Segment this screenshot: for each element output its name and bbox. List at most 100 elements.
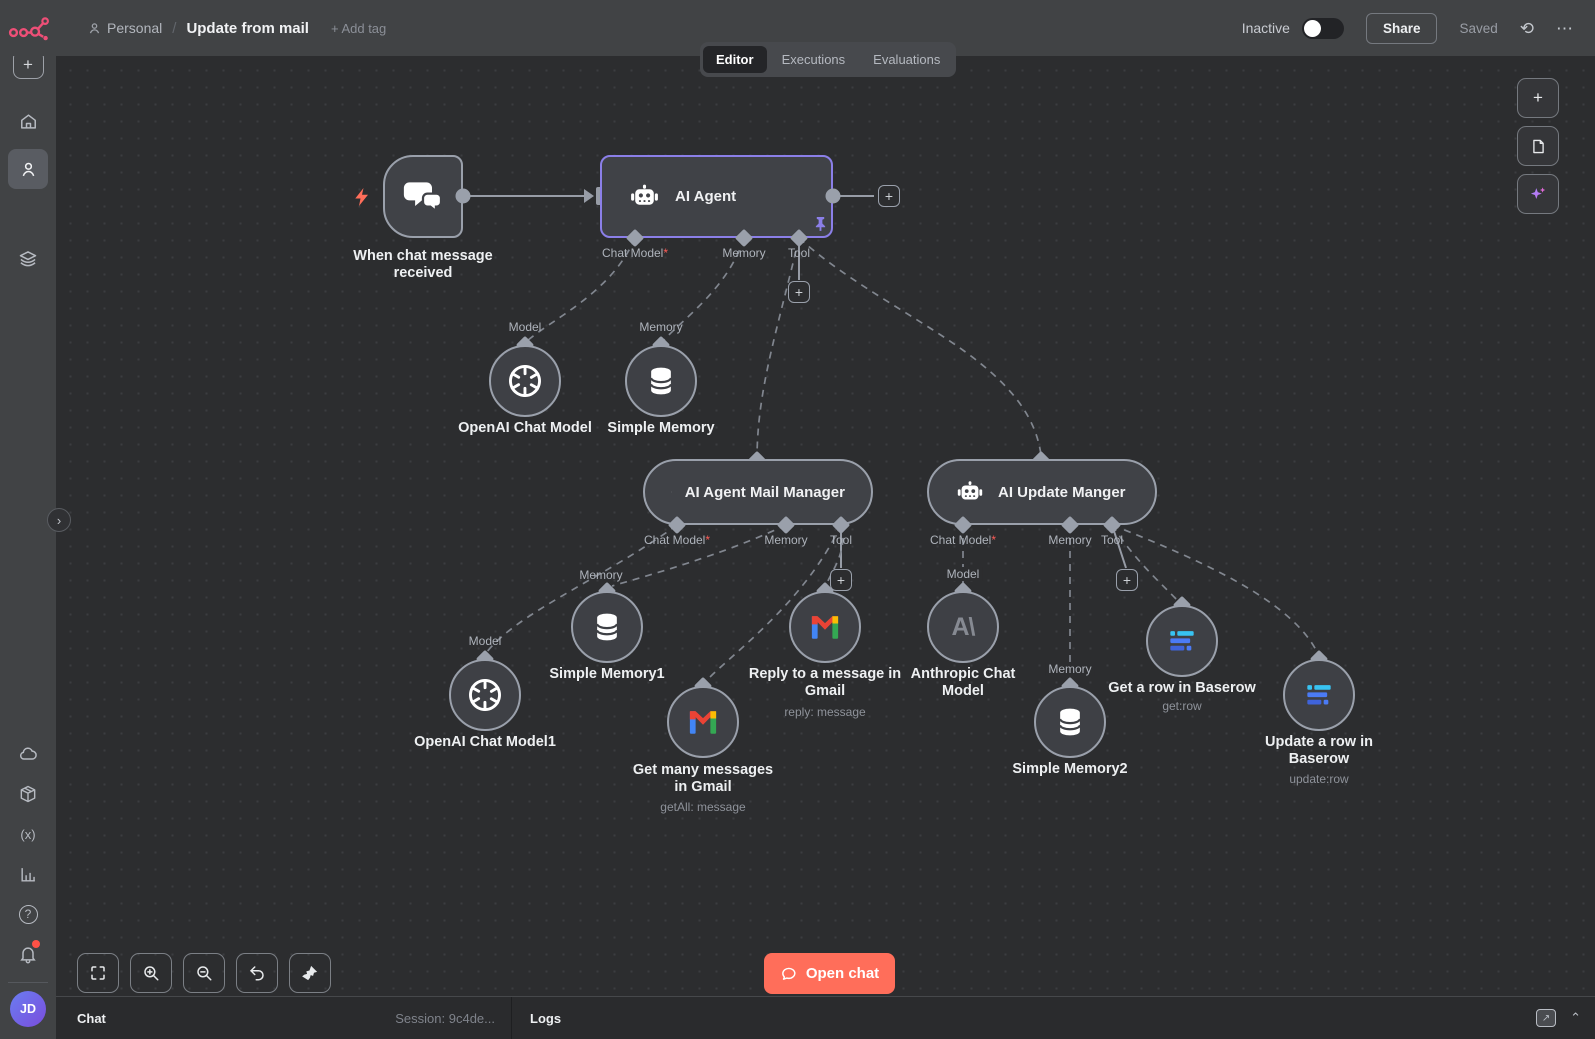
sidebar-item-help[interactable]: ? xyxy=(8,894,48,934)
chat-panel-header[interactable]: Chat Session: 9c4de... xyxy=(56,997,512,1039)
fit-view-icon xyxy=(91,966,105,980)
more-menu-icon[interactable]: ⋯ xyxy=(1556,20,1573,37)
sidebar-item-cloud[interactable] xyxy=(8,734,48,774)
port-label-um-chat-model: Chat Model* xyxy=(929,533,997,547)
baserow-update-operation: update:row xyxy=(1289,772,1349,786)
help-icon: ? xyxy=(18,904,38,924)
trigger-node-label: When chat message received xyxy=(353,248,493,282)
undo-button[interactable] xyxy=(236,953,278,993)
share-button[interactable]: Share xyxy=(1365,12,1438,44)
database-icon xyxy=(596,613,618,641)
package-icon xyxy=(20,785,36,803)
node-simple-memory2[interactable] xyxy=(1034,686,1106,758)
logs-panel-header[interactable]: Logs xyxy=(530,997,561,1039)
mail-manager-label: AI Agent Mail Manager xyxy=(684,483,845,501)
simple-memory1-label: Simple Memory1 xyxy=(549,666,665,682)
node-openai-chat-model1[interactable] xyxy=(449,659,521,731)
sidebar-item-layers[interactable] xyxy=(8,239,48,279)
fit-view-button[interactable] xyxy=(77,953,119,993)
sidebar-item-notifications[interactable] xyxy=(8,934,48,974)
tab-executions[interactable]: Executions xyxy=(769,46,859,73)
port-label-tool: Tool xyxy=(787,246,811,260)
node-anthropic-chat-model[interactable]: A\ xyxy=(927,591,999,663)
n8n-logo-icon xyxy=(8,17,49,41)
activation-status-label: Inactive xyxy=(1241,20,1290,36)
openai-label: OpenAI Chat Model xyxy=(458,420,592,436)
history-icon[interactable]: ⟲ xyxy=(1520,20,1534,37)
bottom-panel-bar: Chat Session: 9c4de... Logs ↗ ⌃ xyxy=(56,996,1595,1039)
person-icon xyxy=(22,162,34,176)
home-icon xyxy=(20,113,36,129)
simple-memory2-label: Simple Memory2 xyxy=(1012,761,1128,777)
um-add-tool-button[interactable]: + xyxy=(1116,569,1138,591)
port-label-chat-model: Chat Model* xyxy=(601,246,669,260)
port-label-memory2: Memory xyxy=(1045,662,1095,676)
connection-agent-tool-um xyxy=(798,237,1042,456)
zoom-in-icon xyxy=(144,966,159,981)
gmail-get-label: Get many messages in Gmail xyxy=(632,762,774,796)
gmail-icon xyxy=(689,710,717,734)
zoom-in-button[interactable] xyxy=(130,953,172,993)
tidy-up-button[interactable] xyxy=(289,953,331,993)
port-label-um-memory: Memory xyxy=(1048,533,1092,547)
add-sticky-note-button[interactable] xyxy=(1517,126,1559,166)
node-when-chat-message-received[interactable] xyxy=(383,155,463,238)
tab-evaluations[interactable]: Evaluations xyxy=(860,46,953,73)
sidebar-item-variables[interactable]: (x) xyxy=(8,814,48,854)
node-ai-agent[interactable]: AI Agent xyxy=(600,155,833,238)
node-simple-memory[interactable] xyxy=(625,345,697,417)
gmail-get-operation: getAll: message xyxy=(660,800,746,814)
tidy-up-icon xyxy=(302,965,318,981)
node-gmail-get-many[interactable] xyxy=(667,686,739,758)
mm-add-tool-button[interactable]: + xyxy=(830,569,852,591)
node-baserow-update[interactable] xyxy=(1283,659,1355,731)
agent-add-tool-button[interactable]: + xyxy=(788,281,810,303)
popout-icon[interactable]: ↗ xyxy=(1536,1009,1557,1027)
tab-editor[interactable]: Editor xyxy=(703,46,767,73)
canvas-right-rail: + xyxy=(1517,78,1559,214)
agent-add-next-node-button[interactable]: + xyxy=(878,185,900,207)
node-gmail-reply[interactable] xyxy=(789,591,861,663)
workflow-canvas[interactable]: When chat message received AI Agent + Ch… xyxy=(56,56,1595,996)
port-label-memory: Memory xyxy=(722,246,766,260)
openai-icon xyxy=(469,678,501,712)
node-openai-chat-model[interactable] xyxy=(489,345,561,417)
port-label-mm-chat-model: Chat Model* xyxy=(643,533,711,547)
sidebar-item-templates[interactable] xyxy=(8,774,48,814)
port-label-memory1: Memory xyxy=(579,568,623,582)
sticky-note-icon xyxy=(1532,139,1544,153)
sidebar-expand-button[interactable]: › xyxy=(47,508,71,532)
database-icon xyxy=(1059,708,1081,736)
port-label-um-tool: Tool xyxy=(1100,533,1124,547)
sidebar-item-personal[interactable] xyxy=(8,149,48,189)
topbar-actions: Inactive Share Saved ⟲ ⋯ xyxy=(1241,12,1595,44)
add-node-button[interactable]: + xyxy=(1517,78,1559,118)
avatar[interactable]: JD xyxy=(10,991,46,1027)
add-tag-button[interactable]: + Add tag xyxy=(331,21,386,36)
anthropic-icon: A\ xyxy=(951,612,976,641)
zoom-out-button[interactable] xyxy=(183,953,225,993)
gmail-reply-operation: reply: message xyxy=(784,705,866,719)
node-ai-agent-mail-manager[interactable]: AI Agent Mail Manager xyxy=(643,459,873,525)
toggle-knob xyxy=(1303,19,1321,37)
workflow-title[interactable]: Update from mail xyxy=(186,20,309,37)
agent-output-handle[interactable] xyxy=(825,188,841,204)
robot-icon xyxy=(631,184,658,205)
ai-assistant-button[interactable] xyxy=(1517,174,1559,214)
update-manger-label: AI Update Manger xyxy=(998,483,1126,501)
node-simple-memory1[interactable] xyxy=(571,591,643,663)
zoom-out-icon xyxy=(197,966,212,981)
activation-toggle[interactable] xyxy=(1301,17,1344,39)
baserow-get-label: Get a row in Baserow xyxy=(1108,680,1256,696)
cloud-icon xyxy=(19,747,37,760)
sidebar-item-insights[interactable] xyxy=(8,854,48,894)
node-baserow-get[interactable] xyxy=(1146,605,1218,677)
sidebar-item-home[interactable] xyxy=(8,101,48,141)
trigger-output-handle[interactable] xyxy=(455,188,471,204)
node-ai-update-manger[interactable]: AI Update Manger xyxy=(927,459,1157,525)
breadcrumb-project[interactable]: Personal xyxy=(88,20,162,36)
open-chat-button[interactable]: Open chat xyxy=(764,953,895,994)
collapse-panel-icon[interactable]: ⌃ xyxy=(1570,1010,1581,1026)
robot-icon xyxy=(671,491,672,493)
n8n-logo[interactable] xyxy=(8,13,52,43)
